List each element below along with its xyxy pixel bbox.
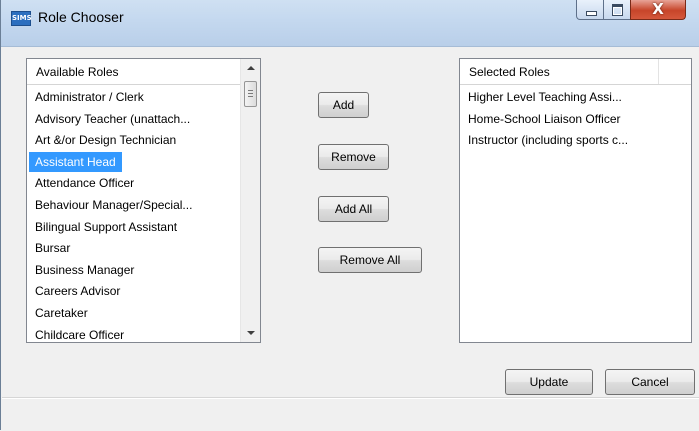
role-chooser-window: SIMS Role Chooser X Available Roles Admi… bbox=[0, 0, 699, 431]
list-item[interactable]: Advisory Teacher (unattach... bbox=[29, 109, 196, 129]
list-item[interactable]: Behaviour Manager/Special... bbox=[29, 195, 198, 215]
list-item[interactable]: Attendance Officer bbox=[29, 173, 140, 193]
list-item[interactable]: Bursar bbox=[29, 238, 76, 258]
add-button[interactable]: Add bbox=[318, 92, 369, 118]
minimize-icon bbox=[586, 11, 597, 16]
close-button[interactable]: X bbox=[630, 0, 686, 20]
minimize-button[interactable] bbox=[576, 0, 604, 20]
add-all-button[interactable]: Add All bbox=[318, 196, 389, 222]
status-bar bbox=[2, 398, 699, 431]
available-roles-list[interactable]: Available Roles Administrator / Clerk Adv… bbox=[26, 58, 261, 343]
available-roles-scrollbar[interactable] bbox=[240, 59, 260, 342]
list-item[interactable]: Careers Advisor bbox=[29, 281, 126, 301]
available-roles-header-label: Available Roles bbox=[36, 65, 119, 79]
list-item[interactable]: Caretaker bbox=[29, 303, 94, 323]
grip-line bbox=[248, 90, 253, 91]
list-item[interactable]: Business Manager bbox=[29, 260, 140, 280]
maximize-icon bbox=[612, 4, 623, 16]
header-column-divider[interactable] bbox=[658, 59, 659, 84]
selected-roles-header[interactable]: Selected Roles bbox=[460, 59, 691, 85]
sims-app-icon: SIMS bbox=[11, 11, 32, 26]
selected-roles-header-label: Selected Roles bbox=[469, 65, 550, 79]
maximize-button[interactable] bbox=[603, 0, 631, 20]
list-item[interactable]: Childcare Officer bbox=[29, 325, 130, 342]
list-item[interactable]: Administrator / Clerk bbox=[29, 87, 150, 107]
close-icon: X bbox=[652, 0, 664, 18]
list-item[interactable]: Instructor (including sports c... bbox=[462, 130, 634, 150]
list-item[interactable]: Assistant Head bbox=[29, 151, 122, 172]
window-title: Role Chooser bbox=[38, 9, 124, 25]
cancel-button[interactable]: Cancel bbox=[605, 369, 695, 395]
grip-line bbox=[248, 96, 253, 97]
list-item[interactable]: Art &/or Design Technician bbox=[29, 130, 182, 150]
scroll-up-arrow-icon[interactable] bbox=[247, 66, 255, 70]
available-roles-header[interactable]: Available Roles bbox=[27, 59, 240, 85]
remove-all-button[interactable]: Remove All bbox=[318, 247, 422, 273]
scroll-down-arrow-icon[interactable] bbox=[247, 331, 255, 335]
update-button[interactable]: Update bbox=[505, 369, 593, 395]
selected-roles-list[interactable]: Selected Roles Higher Level Teaching Ass… bbox=[459, 58, 692, 343]
list-item[interactable]: Bilingual Support Assistant bbox=[29, 217, 183, 237]
list-item[interactable]: Higher Level Teaching Assi... bbox=[462, 87, 628, 107]
title-bar[interactable]: SIMS Role Chooser X bbox=[1, 0, 699, 47]
grip-line bbox=[248, 93, 253, 94]
list-item[interactable]: Home-School Liaison Officer bbox=[462, 109, 627, 129]
remove-button[interactable]: Remove bbox=[318, 144, 389, 170]
scrollbar-thumb[interactable] bbox=[244, 81, 257, 107]
